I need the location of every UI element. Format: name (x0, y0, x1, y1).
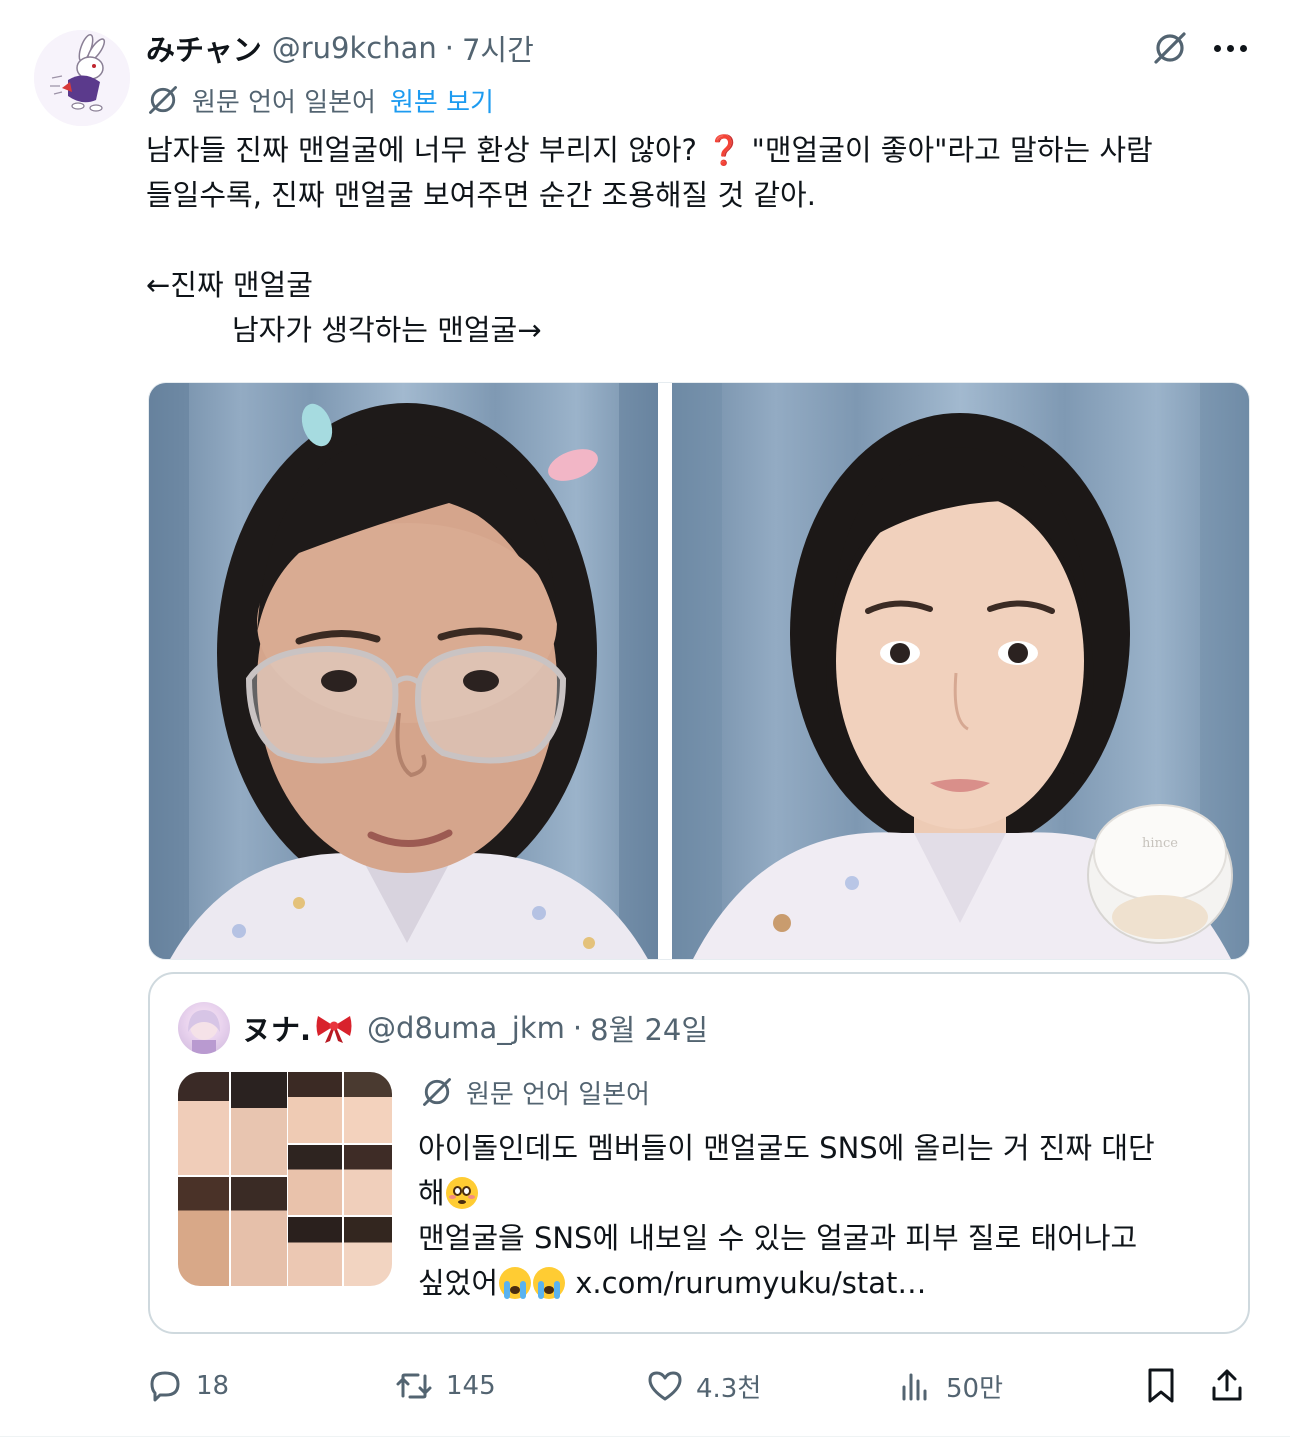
quote-date[interactable]: 8월 24일 (590, 1007, 708, 1049)
tweet-text-segment: "맨얼굴이 좋아"라고 말하는 사람 (751, 133, 1153, 167)
grok-translate-icon (423, 1078, 451, 1106)
more-dot-icon (1226, 44, 1234, 52)
heart-icon (648, 1371, 682, 1401)
author-avatar[interactable] (34, 30, 130, 126)
idol-photo (288, 1072, 342, 1143)
grok-button[interactable] (1148, 26, 1192, 70)
share-icon (1212, 1369, 1242, 1401)
question-mark-emoji: ❓ (706, 133, 743, 167)
quote-media-thumbnail[interactable] (178, 1072, 392, 1286)
tweet-text-line-2: 들일수록, 진짜 맨얼굴 보여주면 순간 조용해질 것 같아. (146, 178, 816, 212)
like-count: 4.3천 (696, 1373, 762, 1404)
idol-photo (231, 1176, 287, 1286)
quote-text-line-4: 싶었어 x.com/rurumyuku/stat… (418, 1261, 1228, 1306)
quote-header: ヌナ. @d8uma_jkm · 8월 24일 (242, 1008, 708, 1048)
author-display-name[interactable]: みチャン (146, 27, 262, 69)
tweet-text: 남자들 진짜 맨얼굴에 너무 환상 부리지 않아? ❓ "맨얼굴이 좋아"라고 … (146, 128, 1256, 353)
translation-notice: 원문 언어 일본어 원본 보기 (146, 80, 494, 120)
quote-separator: · (572, 1011, 583, 1045)
retweet-icon (396, 1373, 432, 1399)
thumbnail-collage-cell (178, 1072, 287, 1286)
quote-text-line-2: 해 (418, 1171, 1228, 1216)
flushed-face-emoji-icon (445, 1177, 478, 1209)
retweet-button[interactable]: 145 (394, 1362, 496, 1410)
tweet-text-line-3: ←진짜 맨얼굴 (146, 268, 313, 302)
grok-translate-icon (149, 86, 177, 114)
author-handle[interactable]: @ru9kchan (272, 31, 437, 65)
idol-photo (231, 1072, 287, 1175)
views-count: 50만 (946, 1373, 1004, 1404)
quote-text-segment: 해 (418, 1176, 445, 1210)
tweet-text-line-1: 남자들 진짜 맨얼굴에 너무 환상 부리지 않아? ❓ "맨얼굴이 좋아"라고 … (146, 128, 1256, 173)
more-options-button[interactable] (1208, 26, 1252, 70)
quote-display-name[interactable]: ヌナ. (242, 1007, 311, 1049)
photo-imagined-bare-face[interactable]: hince (672, 383, 1249, 959)
bookmark-button[interactable] (1142, 1362, 1180, 1410)
idol-photo (343, 1072, 392, 1143)
crying-face-emoji-icon (499, 1267, 532, 1299)
quote-text: 아이돌인데도 멤버들이 맨얼굴도 SNS에 올리는 거 진짜 대단 해 맨얼굴을… (418, 1126, 1228, 1306)
idol-photo (178, 1176, 230, 1286)
anime-girl-avatar-icon (188, 1010, 220, 1054)
tweet-divider (0, 1436, 1290, 1437)
idol-photo (288, 1144, 342, 1216)
show-original-link[interactable]: 원본 보기 (390, 82, 494, 119)
idol-photo (288, 1217, 342, 1286)
reply-button[interactable]: 18 (146, 1362, 229, 1410)
idol-photo (178, 1072, 230, 1175)
tweet-media: hince (148, 382, 1250, 960)
quote-link[interactable]: x.com/rurumyuku/stat… (575, 1266, 926, 1300)
views-button[interactable]: 50만 (896, 1362, 1003, 1410)
quote-text-line-3: 맨얼굴을 SNS에 내보일 수 있는 얼굴과 피부 질로 태어나고 (418, 1221, 1138, 1255)
tweet-header: みチャン @ru9kchan · 7시간 (146, 28, 534, 68)
more-dot-icon (1213, 44, 1221, 52)
header-separator: · (444, 31, 454, 65)
white-rabbit-avatar-icon (34, 30, 130, 126)
bare-face-glasses-illustration (149, 383, 659, 959)
retweet-count: 145 (446, 1371, 496, 1401)
translation-label: 원문 언어 일본어 (192, 87, 376, 118)
more-dot-icon (1239, 44, 1247, 52)
quote-text-line-1: 아이돌인데도 멤버들이 맨얼굴도 SNS에 올리는 거 진짜 대단 (418, 1131, 1155, 1165)
like-button[interactable]: 4.3천 (646, 1362, 761, 1410)
product-label: hince (1142, 836, 1178, 851)
quoted-tweet[interactable]: ヌナ. @d8uma_jkm · 8월 24일 원문 언어 일본어 아이돌인데도… (148, 972, 1250, 1334)
share-button[interactable] (1208, 1362, 1246, 1410)
reply-count: 18 (196, 1371, 230, 1401)
tweet-action-bar: 18 145 4.3천 50만 (146, 1362, 1256, 1410)
quote-translation-label: 원문 언어 일본어 (466, 1079, 650, 1110)
tweet-text-line-4: 남자가 생각하는 맨얼굴→ (232, 313, 542, 347)
idol-photo (343, 1144, 392, 1216)
quote-text-segment: 싶었어 (418, 1266, 499, 1300)
smooth-face-illustration: hince (672, 383, 1249, 959)
thumbnail-collage-cell (288, 1072, 392, 1286)
ribbon-icon (316, 1016, 352, 1043)
quote-handle[interactable]: @d8uma_jkm (367, 1011, 565, 1045)
reply-icon (150, 1371, 180, 1402)
tweet-time[interactable]: 7시간 (462, 27, 534, 69)
idol-photo (343, 1217, 392, 1286)
bookmark-icon (1148, 1368, 1174, 1403)
photo-real-bare-face[interactable] (149, 383, 659, 959)
tweet-text-blank (146, 218, 1256, 263)
views-icon (902, 1373, 927, 1401)
quote-author-avatar[interactable] (178, 1002, 230, 1054)
quote-translation-notice: 원문 언어 일본어 (420, 1072, 650, 1112)
crying-face-emoji-icon (533, 1267, 566, 1299)
tweet-text-segment: 남자들 진짜 맨얼굴에 너무 환상 부리지 않아? (146, 133, 697, 167)
grok-icon (1154, 32, 1186, 64)
